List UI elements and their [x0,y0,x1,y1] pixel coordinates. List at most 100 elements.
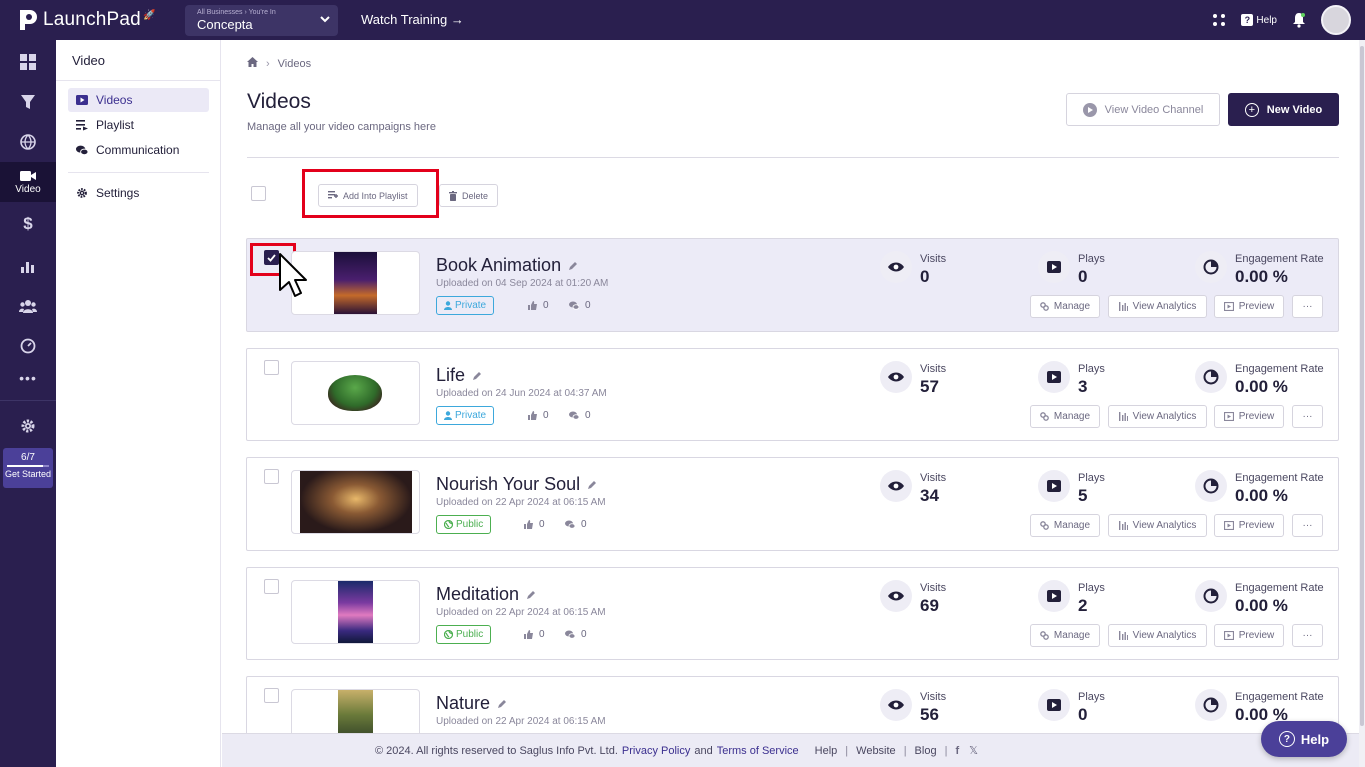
visibility-badge[interactable]: Public [436,515,492,534]
help-top-button[interactable]: ? Help [1241,14,1277,26]
launchpad-logo[interactable]: LaunchPad 🚀 [18,7,155,33]
upload-date: Uploaded on 22 Apr 2024 at 06:15 AM [436,716,606,727]
footer-separator: | [944,744,948,757]
video-title[interactable]: Life [436,365,482,386]
video-title[interactable]: Meditation [436,584,536,605]
video-thumbnail[interactable] [291,251,420,315]
sidebar-item-videos[interactable]: Videos [68,88,209,112]
logo-mark-icon [18,8,38,32]
visibility-badge[interactable]: Private [436,406,495,425]
page-scrollbar[interactable] [1359,40,1365,767]
user-icon [444,411,452,420]
rail-dashboard[interactable] [0,48,56,76]
video-checkbox[interactable] [264,469,279,484]
video-thumbnail[interactable] [291,470,420,534]
engagement-value: 0.00 % [1235,486,1288,505]
pencil-icon[interactable] [472,371,482,381]
pencil-icon[interactable] [497,699,507,709]
sidebar-item-communication[interactable]: Communication [68,138,209,162]
view-analytics-button[interactable]: View Analytics [1108,624,1207,647]
more-options-button[interactable]: ··· [1292,405,1323,428]
video-checkbox[interactable] [264,360,279,375]
more-options-button[interactable]: ··· [1292,624,1323,647]
chevron-down-icon [320,16,330,23]
video-title[interactable]: Book Animation [436,255,578,276]
visibility-label: Private [455,410,487,421]
home-icon[interactable] [247,57,258,70]
rail-analytics[interactable] [0,332,56,360]
user-avatar[interactable] [1321,5,1351,35]
more-options-button[interactable]: ··· [1292,295,1323,318]
view-video-channel-button[interactable]: View Video Channel [1066,93,1220,126]
help-floating-button[interactable]: ? Help [1261,721,1347,757]
gear-icon [76,187,88,199]
rail-settings[interactable] [0,412,56,440]
terms-of-service-link[interactable]: Terms of Service [717,745,799,757]
thumbs-up-icon [528,301,537,310]
video-card[interactable]: Meditation Uploaded on 22 Apr 2024 at 06… [246,567,1339,660]
video-checkbox[interactable] [264,579,279,594]
preview-button[interactable]: Preview [1214,295,1284,318]
rail-reports[interactable] [0,252,56,280]
header-divider [247,157,1339,158]
pencil-icon[interactable] [568,261,578,271]
video-title-text: Life [436,365,466,385]
rail-contacts[interactable] [0,292,56,320]
video-title[interactable]: Nourish Your Soul [436,474,597,495]
video-card[interactable]: Book Animation Uploaded on 04 Sep 2024 a… [246,238,1339,332]
plays-label: Plays [1078,472,1105,484]
pencil-icon[interactable] [587,480,597,490]
more-options-button[interactable]: ··· [1292,514,1323,537]
video-card[interactable]: Nourish Your Soul Uploaded on 22 Apr 202… [246,457,1339,551]
delete-button[interactable]: Delete [439,184,499,207]
sidebar-item-settings[interactable]: Settings [68,181,209,205]
preview-label: Preview [1238,301,1275,312]
help-icon: ? [1241,14,1254,26]
rail-video[interactable]: Video [0,162,56,202]
sidebar-item-playlist[interactable]: Playlist [68,113,209,137]
preview-button[interactable]: Preview [1214,624,1284,647]
view-analytics-button[interactable]: View Analytics [1108,295,1207,318]
video-checkbox[interactable] [264,688,279,703]
footer-website-link[interactable]: Website [856,745,896,757]
manage-button[interactable]: Manage [1030,295,1100,318]
engagement-value: 0.00 % [1235,267,1288,286]
bell-icon[interactable] [1291,12,1307,28]
apps-grid-icon[interactable] [1211,12,1227,28]
visibility-badge[interactable]: Private [436,296,495,315]
privacy-policy-link[interactable]: Privacy Policy [622,745,690,757]
business-switcher[interactable]: All Businesses › You're In Concepta [185,5,338,36]
get-started-progress[interactable]: 6/7 Get Started [3,448,53,488]
new-video-button[interactable]: + New Video [1228,93,1339,126]
footer-blog-link[interactable]: Blog [915,745,937,757]
preview-button[interactable]: Preview [1214,514,1284,537]
watch-training-link[interactable]: Watch Training → [361,12,464,27]
video-card[interactable]: Life Uploaded on 24 Jun 2024 at 04:37 AM… [246,348,1339,441]
x-twitter-icon[interactable]: 𝕏 [969,744,978,757]
view-analytics-label: View Analytics [1132,630,1197,641]
link-icon [1040,412,1049,421]
manage-label: Manage [1053,630,1091,641]
select-all-checkbox[interactable] [251,186,266,201]
video-thumbnail[interactable] [291,580,420,644]
preview-button[interactable]: Preview [1214,405,1284,428]
facebook-icon[interactable]: f [955,745,959,757]
video-thumbnail[interactable] [291,361,420,425]
rail-more[interactable]: ••• [0,364,56,392]
pencil-icon[interactable] [526,590,536,600]
play-icon [1038,689,1070,721]
scrollbar-thumb[interactable] [1360,46,1364,726]
rail-payments[interactable]: $ [0,210,56,238]
rail-funnel[interactable] [0,88,56,116]
thumbs-up-icon [524,630,533,639]
view-analytics-button[interactable]: View Analytics [1108,405,1207,428]
footer-help-link[interactable]: Help [815,745,838,757]
view-analytics-button[interactable]: View Analytics [1108,514,1207,537]
video-title[interactable]: Nature [436,693,507,714]
manage-button[interactable]: Manage [1030,405,1100,428]
visibility-badge[interactable]: Public [436,625,492,644]
rail-website[interactable] [0,128,56,156]
manage-button[interactable]: Manage [1030,624,1100,647]
manage-button[interactable]: Manage [1030,514,1100,537]
comments-value: 0 [585,410,591,421]
